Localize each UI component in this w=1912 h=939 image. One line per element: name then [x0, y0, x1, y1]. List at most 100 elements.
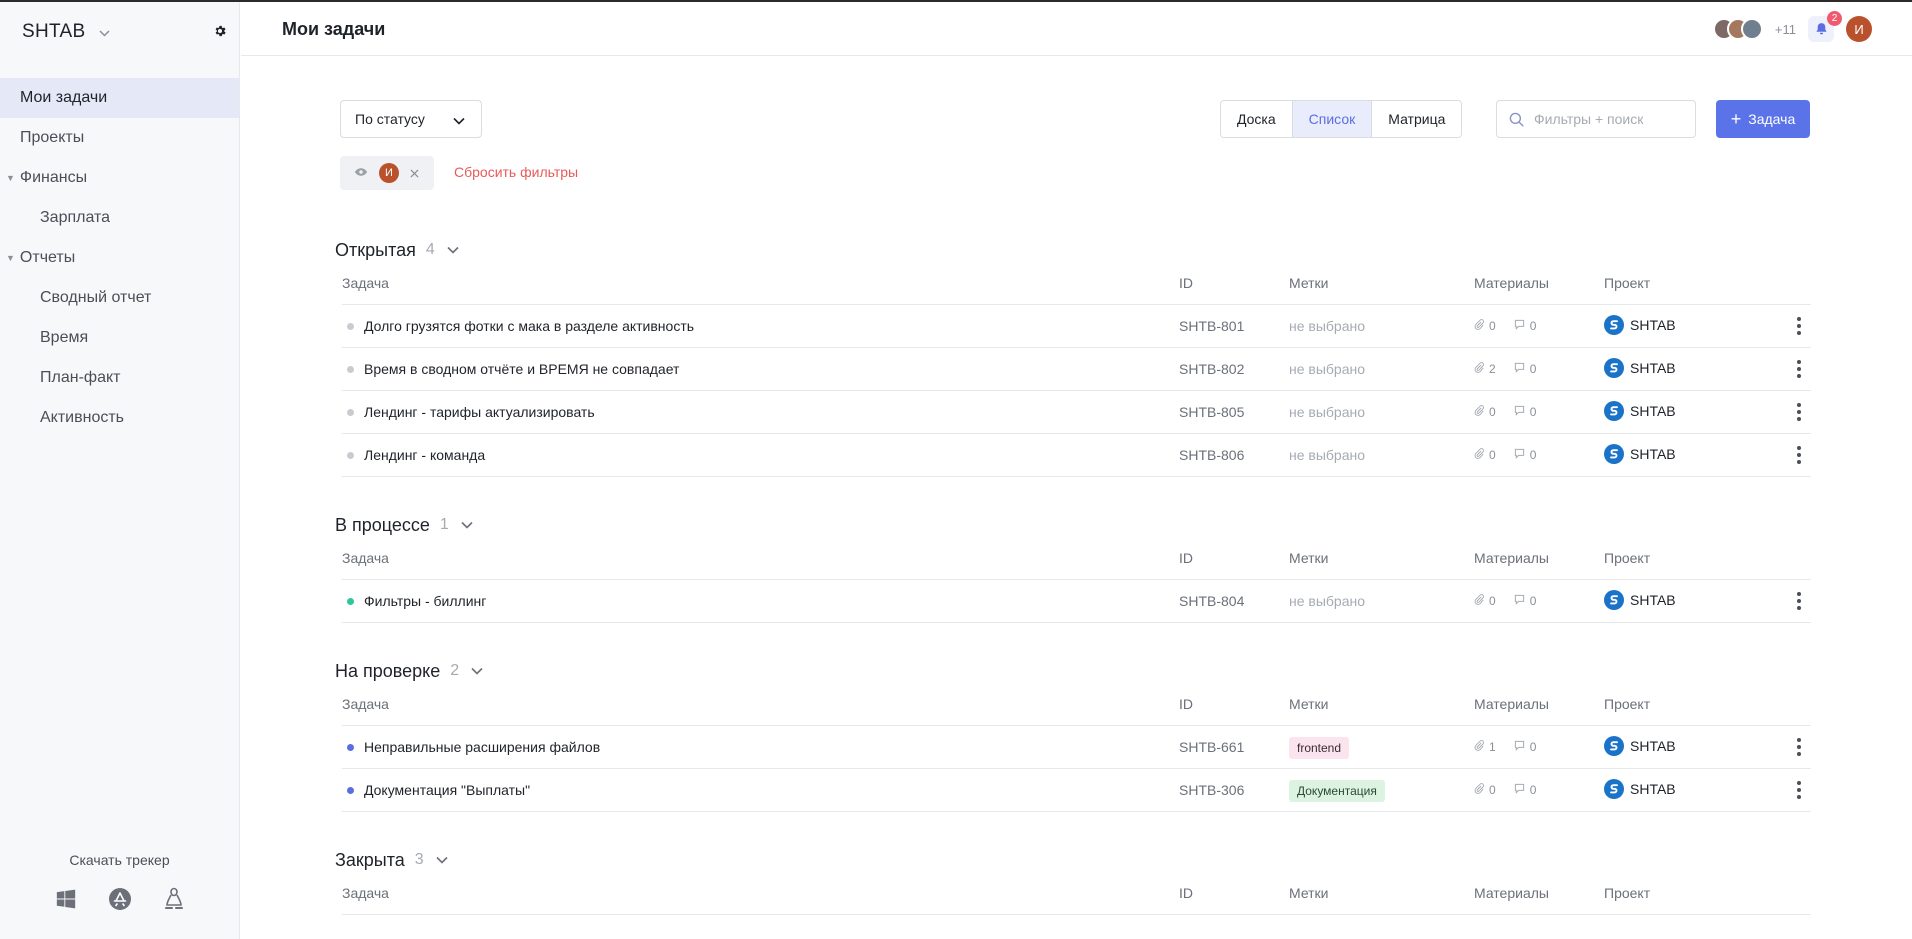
task-title[interactable]: Время в сводном отчёте и ВРЕМЯ не совпад…: [364, 361, 679, 377]
tags-empty[interactable]: не выбрано: [1289, 404, 1365, 420]
view-switcher: Доска Список Матрица: [1220, 100, 1463, 138]
task-id: SHTB-805: [1179, 404, 1245, 420]
tags-empty[interactable]: не выбрано: [1289, 447, 1365, 463]
table-row[interactable]: Лендинг - команда SHTB-806 не выбрано 0 0 SHT…: [342, 434, 1811, 477]
table-row[interactable]: Фильтры - биллинг SHTB-804 не выбрано 0 0 SHT…: [342, 580, 1811, 623]
column-header-tags: Метки: [1289, 275, 1329, 291]
tag-badge[interactable]: frontend: [1289, 737, 1350, 759]
more-vertical-icon[interactable]: [1797, 781, 1801, 799]
column-header-id: ID: [1179, 885, 1193, 901]
project-logo-icon: [1604, 401, 1624, 421]
user-avatar[interactable]: И: [1846, 16, 1872, 42]
view-tab[interactable]: Матрица: [1372, 101, 1462, 137]
sidebar-item-label: Сводный отчет: [40, 289, 152, 306]
task-title[interactable]: Неправильные расширения файлов: [364, 739, 600, 755]
table-row[interactable]: Документация "Выплаты" SHTB-306 Документац…: [342, 769, 1811, 812]
task-title[interactable]: Документация "Выплаты": [364, 782, 530, 798]
workspace-switcher[interactable]: SHTAB: [22, 20, 110, 44]
section-title: Закрыта: [335, 849, 405, 870]
status-section: В процессе 1 Задача ID Метки Материалы Проект Ф…: [335, 512, 1811, 623]
chevron-down-icon[interactable]: [447, 246, 459, 254]
search-input[interactable]: [1534, 111, 1684, 127]
sidebar-item[interactable]: План-факт: [0, 358, 239, 398]
task-title[interactable]: Лендинг - тарифы актуализировать: [364, 404, 595, 420]
project-name: SHTAB: [1630, 403, 1676, 419]
gear-icon[interactable]: [212, 24, 228, 40]
task-title[interactable]: Фильтры - биллинг: [364, 593, 486, 609]
tags-empty[interactable]: не выбрано: [1289, 361, 1365, 377]
group-by-value: По статусу: [355, 111, 425, 127]
task-title[interactable]: Лендинг - команда: [364, 447, 485, 463]
project[interactable]: SHTAB: [1604, 736, 1676, 756]
table-row[interactable]: Время в сводном отчёте и ВРЕМЯ не совпад…: [342, 348, 1811, 391]
project[interactable]: SHTAB: [1604, 401, 1676, 421]
task-id: SHTB-802: [1179, 361, 1245, 377]
section-header: В процессе 1: [335, 512, 1811, 538]
column-header-project: Проект: [1604, 275, 1651, 291]
sidebar-item[interactable]: Проекты: [0, 118, 239, 158]
windows-icon[interactable]: [53, 886, 79, 912]
status-dot: [347, 366, 354, 373]
chevron-down-icon: [453, 112, 465, 128]
status-dot: [347, 744, 354, 751]
table-row[interactable]: Лендинг - тарифы актуализировать SHTB-805…: [342, 391, 1811, 434]
project[interactable]: SHTAB: [1604, 358, 1676, 378]
project-name: SHTAB: [1630, 781, 1676, 797]
tags-empty[interactable]: не выбрано: [1289, 318, 1365, 334]
caret-down-icon: ▼: [6, 173, 15, 183]
sidebar-item[interactable]: Зарплата: [0, 198, 239, 238]
materials: 00: [1474, 594, 1536, 608]
project-logo-icon: [1604, 779, 1624, 799]
attachments-count: 1: [1489, 740, 1496, 754]
more-vertical-icon[interactable]: [1797, 446, 1801, 464]
close-icon[interactable]: [410, 165, 419, 181]
project-logo-icon: [1604, 444, 1624, 464]
assignee-filter-chip[interactable]: И: [340, 156, 434, 190]
project[interactable]: SHTAB: [1604, 315, 1676, 335]
status-dot: [347, 598, 354, 605]
sidebar-item[interactable]: Сводный отчет: [0, 278, 239, 318]
chevron-down-icon[interactable]: [461, 521, 473, 529]
more-vertical-icon[interactable]: [1797, 738, 1801, 756]
comment-icon: [1514, 783, 1525, 797]
tag-badge[interactable]: Документация: [1289, 780, 1385, 802]
header-actions: +11 2 И: [1712, 11, 1872, 42]
reset-filters-link[interactable]: Сбросить фильтры: [454, 164, 578, 180]
materials: 20: [1474, 362, 1536, 376]
column-header-tags: Метки: [1289, 885, 1329, 901]
tags-empty[interactable]: не выбрано: [1289, 593, 1365, 609]
sidebar-item[interactable]: Время: [0, 318, 239, 358]
status-dot: [347, 409, 354, 416]
table-header: Задача ID Метки Материалы Проект: [342, 684, 1811, 726]
view-tab[interactable]: Список: [1292, 101, 1373, 137]
task-title[interactable]: Долго грузятся фотки с мака в разделе ак…: [364, 318, 694, 334]
sidebar-item[interactable]: ▼ Финансы: [0, 158, 239, 198]
app-store-icon[interactable]: [107, 886, 133, 912]
team-more-count[interactable]: +11: [1775, 22, 1796, 37]
view-tab[interactable]: Доска: [1221, 101, 1293, 137]
linux-icon[interactable]: [161, 886, 187, 912]
section-count: 4: [425, 241, 435, 258]
comment-icon: [1514, 405, 1525, 419]
more-vertical-icon[interactable]: [1797, 592, 1801, 610]
column-header-tags: Метки: [1289, 696, 1329, 712]
sidebar-item[interactable]: Активность: [0, 398, 239, 438]
more-vertical-icon[interactable]: [1797, 360, 1801, 378]
sidebar-item[interactable]: Мои задачи: [0, 78, 239, 118]
group-by-select[interactable]: По статусу: [340, 100, 482, 138]
project[interactable]: SHTAB: [1604, 444, 1676, 464]
chevron-down-icon[interactable]: [471, 667, 483, 675]
notifications-button[interactable]: 2: [1808, 11, 1842, 42]
more-vertical-icon[interactable]: [1797, 317, 1801, 335]
sidebar-item[interactable]: ▼ Отчеты: [0, 238, 239, 278]
table-row[interactable]: Долго грузятся фотки с мака в разделе ак…: [342, 305, 1811, 348]
add-task-button[interactable]: + Задача: [1716, 100, 1810, 138]
project[interactable]: SHTAB: [1604, 779, 1676, 799]
team-avatars[interactable]: [1712, 18, 1763, 40]
table-row[interactable]: Неправильные расширения файлов SHTB-661 fr…: [342, 726, 1811, 769]
project[interactable]: SHTAB: [1604, 590, 1676, 610]
section-count: 3: [414, 851, 424, 868]
chevron-down-icon[interactable]: [436, 856, 448, 864]
more-vertical-icon[interactable]: [1797, 403, 1801, 421]
search-field[interactable]: [1496, 100, 1696, 138]
